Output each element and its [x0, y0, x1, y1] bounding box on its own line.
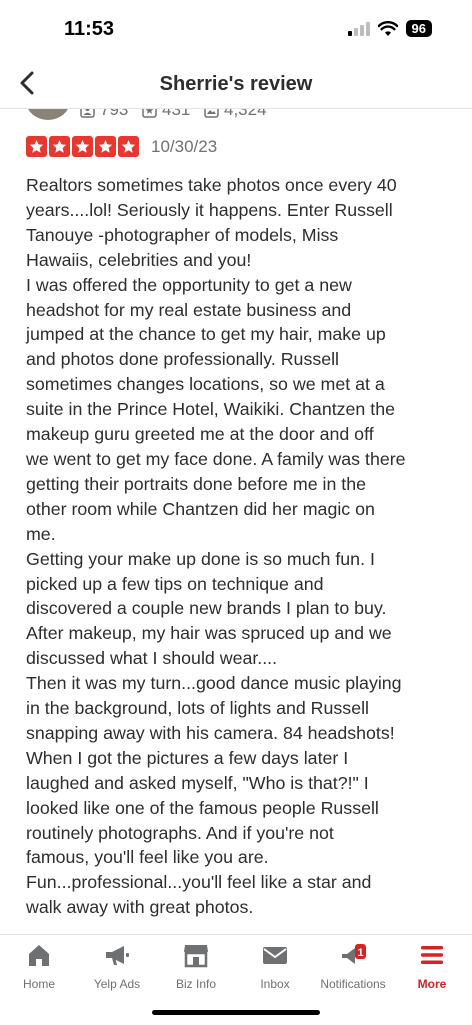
review-line: suite in the Prince Hotel, Waikiki. Chan…: [26, 399, 395, 420]
tab-more[interactable]: More: [387, 941, 472, 991]
home-icon: [29, 945, 49, 966]
review-line: discovered a couple new brands I plan to…: [26, 598, 387, 619]
review-line: After makeup, my hair was spruced up and…: [26, 623, 392, 644]
tab-notifications[interactable]: 1 Notifications: [308, 941, 398, 991]
wifi-icon: [377, 20, 398, 36]
review-line: Then it was my turn...good dance music p…: [26, 673, 402, 694]
home-indicator: [152, 1010, 320, 1015]
tab-inbox[interactable]: Inbox: [230, 941, 320, 991]
navigation-bar: Sherrie's review: [0, 58, 472, 109]
review-text: Realtors sometimes take photos once ever…: [26, 173, 456, 920]
cellular-signal-icon: [347, 21, 370, 36]
review-line: discussed what I should wear....: [26, 648, 278, 669]
review-line: Realtors sometimes take photos once ever…: [26, 175, 397, 195]
review-line: famous, you'll feel like you are.: [26, 847, 269, 868]
star-icon: [95, 136, 116, 157]
star-icon: [72, 136, 93, 157]
review-line: walk away with great photos.: [26, 897, 254, 918]
battery-indicator: 96: [405, 20, 432, 37]
review-line: headshot for my real estate business and: [26, 299, 352, 320]
notifications-icon: 1: [342, 944, 366, 964]
review-line: sometimes changes locations, so we met a…: [26, 374, 385, 395]
star-icon: [118, 136, 139, 157]
tab-label: Yelp Ads: [93, 977, 141, 991]
storefront-icon: [184, 945, 208, 968]
review-content[interactable]: 793 431 4,324 10/30/23 Realtors sometime…: [0, 96, 472, 934]
menu-icon: [421, 946, 443, 964]
review-line: in the background, lots of lights and Ru…: [26, 698, 369, 719]
review-line: jumped at the chance to get my hair, mak…: [26, 324, 386, 345]
review-line: Hawaiis, celebrities and you!: [26, 249, 252, 270]
review-line: Tanouye -photographer of models, Miss: [26, 224, 339, 245]
star-icon: [26, 136, 47, 157]
review-line: me.: [26, 523, 56, 544]
page-title: Sherrie's review: [159, 73, 313, 95]
review-line: we went to get my face done. A family wa…: [26, 448, 406, 469]
review-line: and photos done professionally. Russell: [26, 349, 340, 370]
tab-label: More: [417, 977, 447, 991]
review-line: getting their portraits done before me i…: [26, 473, 367, 494]
review-line: When I got the pictures a few days later…: [26, 747, 349, 768]
tab-yelp-ads[interactable]: Yelp Ads: [72, 941, 162, 991]
review-line: Fun...professional...you'll feel like a …: [26, 872, 372, 893]
tab-label: Biz Info: [175, 977, 217, 991]
status-bar: 11:53 96: [0, 0, 472, 58]
review-line: snapping away with his camera. 84 headsh…: [26, 722, 395, 743]
review-line: Getting your make up done is so much fun…: [26, 548, 375, 569]
review-line: I was offered the opportunity to get a n…: [26, 274, 352, 295]
status-time: 11:53: [64, 18, 115, 40]
rating-row: 10/30/23: [26, 136, 217, 157]
review-date: 10/30/23: [151, 136, 218, 156]
status-icons: 96: [347, 20, 432, 37]
review-line: looked like one of the famous people Rus…: [26, 797, 379, 818]
tab-label: Notifications: [320, 977, 386, 991]
review-line: years....lol! Seriously it happens. Ente…: [26, 199, 393, 220]
mail-icon: [263, 947, 287, 964]
tab-label: Inbox: [260, 977, 290, 991]
notification-badge: 1: [357, 947, 363, 959]
review-line: laughed and asked myself, "Who is that?!…: [26, 772, 369, 793]
review-line: picked up a few tips on technique and: [26, 573, 324, 594]
tab-biz-info[interactable]: Biz Info: [151, 941, 241, 991]
megaphone-icon: [106, 946, 129, 965]
review-line: routinely photographs. And if you're not: [26, 822, 334, 843]
review-line: makeup guru greeted me at the door and o…: [26, 424, 374, 445]
star-icon: [49, 136, 70, 157]
review-line: other room while Chantzen did her magic …: [26, 498, 375, 519]
